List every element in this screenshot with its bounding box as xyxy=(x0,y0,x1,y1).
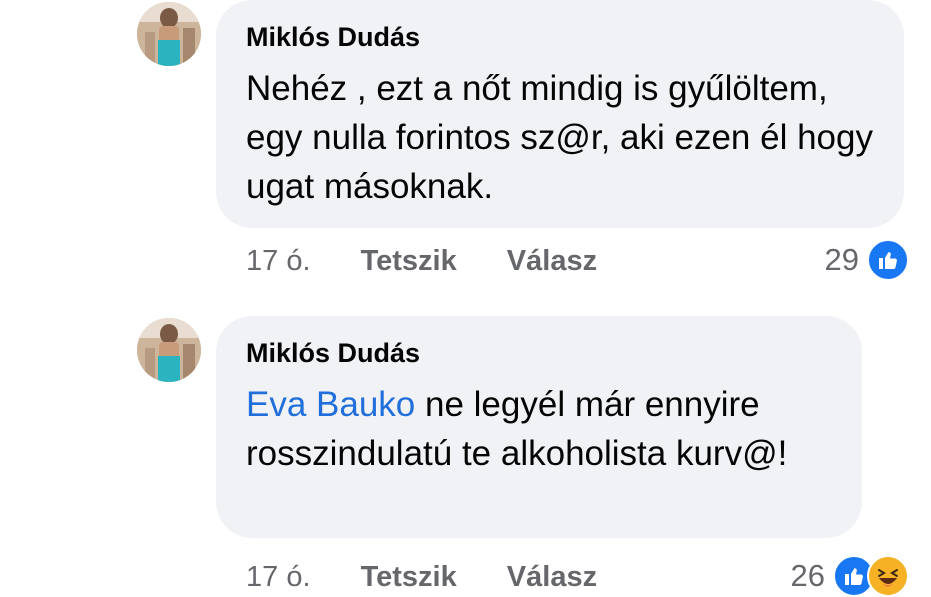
reply-button[interactable]: Válasz xyxy=(507,245,597,277)
like-icon xyxy=(867,239,909,281)
reply-button[interactable]: Válasz xyxy=(507,561,597,593)
haha-icon xyxy=(867,555,909,597)
comment-author[interactable]: Miklós Dudás xyxy=(246,22,420,52)
reaction-summary[interactable]: 26 xyxy=(790,555,909,597)
mention-link[interactable]: Eva Bauko xyxy=(246,385,415,424)
comment-text: Eva Bauko ne legyél már ennyire rosszind… xyxy=(246,380,832,478)
reaction-count: 29 xyxy=(824,242,859,277)
comment-timestamp[interactable]: 17 ó. xyxy=(246,245,311,277)
avatar[interactable] xyxy=(137,318,201,382)
comment-bubble: Miklós Dudás Nehéz , ezt a nőt mindig is… xyxy=(216,0,904,228)
comment-bubble: Miklós Dudás Eva Bauko ne legyél már enn… xyxy=(216,316,862,538)
comment-author[interactable]: Miklós Dudás xyxy=(246,338,420,368)
comment-timestamp[interactable]: 17 ó. xyxy=(246,561,311,593)
reaction-count: 26 xyxy=(790,558,825,593)
like-button[interactable]: Tetszik xyxy=(361,561,457,593)
comment-text: Nehéz , ezt a nőt mindig is gyűlöltem, e… xyxy=(246,69,873,206)
like-button[interactable]: Tetszik xyxy=(361,245,457,277)
comment-actions: 17 ó. Tetszik Válasz xyxy=(246,244,639,278)
comment-actions: 17 ó. Tetszik Válasz xyxy=(246,560,639,594)
avatar[interactable] xyxy=(137,2,201,66)
reaction-summary[interactable]: 29 xyxy=(824,239,909,281)
